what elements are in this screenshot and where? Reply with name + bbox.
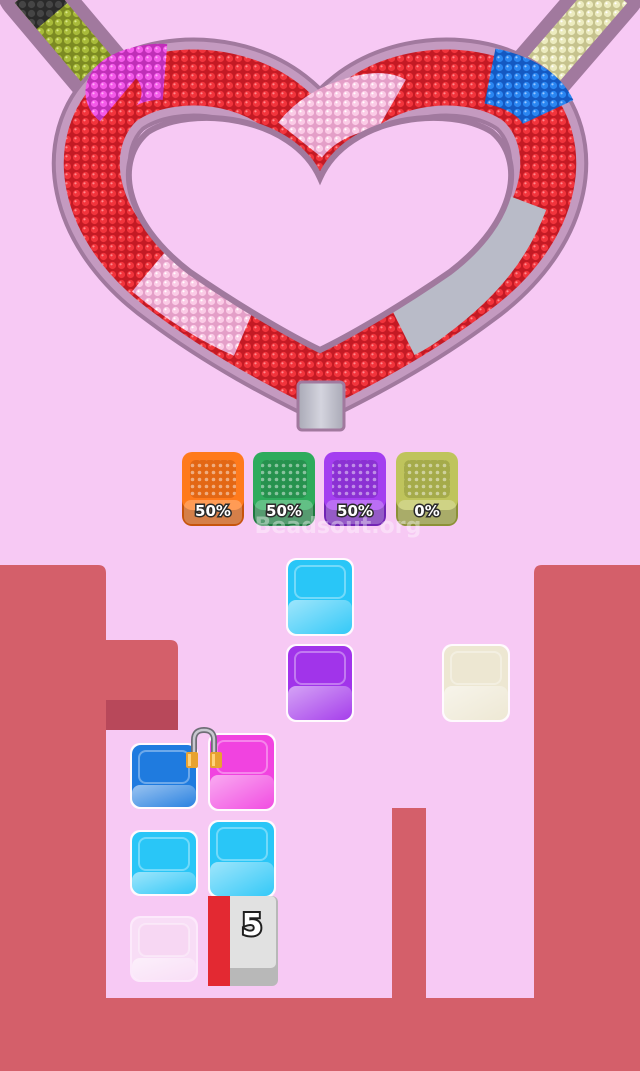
block-cyan-left[interactable] bbox=[130, 830, 198, 896]
wall-bottom bbox=[0, 998, 640, 1071]
block-cream[interactable] bbox=[442, 644, 510, 722]
counter-bar bbox=[208, 896, 230, 986]
block-cyan-top[interactable] bbox=[286, 558, 354, 636]
watermark-text: Beadsout.org bbox=[255, 514, 422, 539]
collector-percent-1: 50% bbox=[195, 502, 231, 520]
wall-center-pillar bbox=[392, 808, 426, 1000]
block-magenta[interactable] bbox=[208, 733, 276, 811]
game-board: 50% 50% 50% 0% Beadsout.org 5 bbox=[0, 0, 640, 1071]
wall-left-shadow bbox=[106, 700, 178, 730]
counter-value: 5 bbox=[242, 908, 263, 943]
outlet-chute bbox=[296, 380, 346, 432]
block-purple[interactable] bbox=[286, 644, 354, 722]
counter-block[interactable]: 5 bbox=[208, 896, 278, 986]
block-empty-pink[interactable] bbox=[130, 916, 198, 982]
collector-cup-1: 50% bbox=[182, 452, 244, 526]
wall-right bbox=[534, 565, 640, 1000]
block-cyan-right[interactable] bbox=[208, 820, 276, 898]
